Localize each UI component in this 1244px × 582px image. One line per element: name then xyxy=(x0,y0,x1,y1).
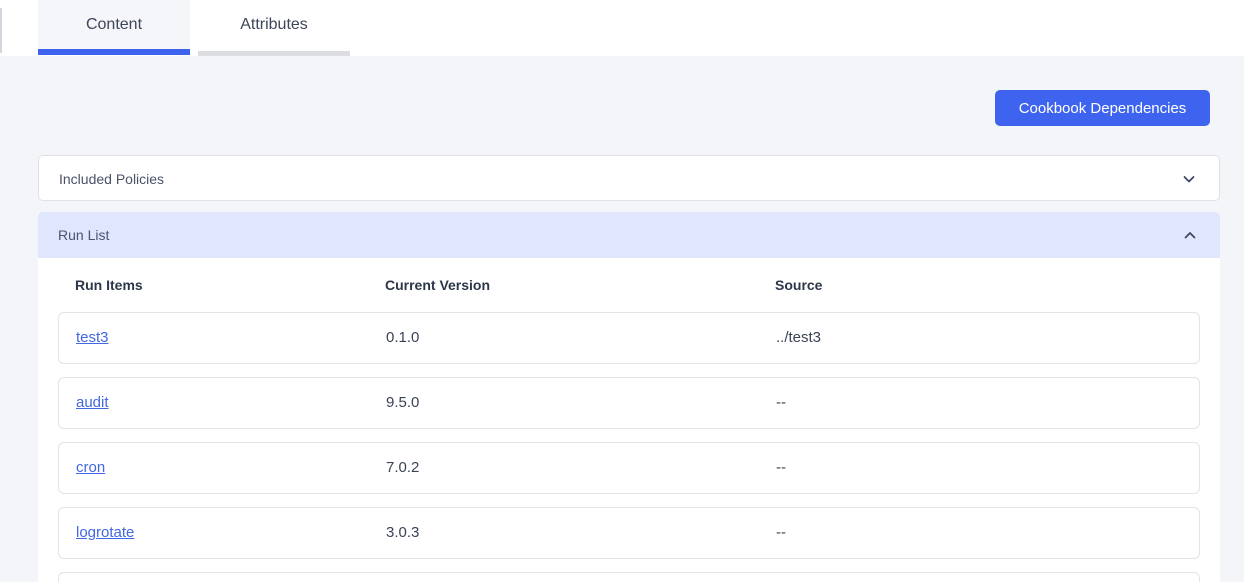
run-list-panel: Run List Run Items Current Version Sourc… xyxy=(38,212,1220,582)
tab-attributes-label: Attributes xyxy=(240,16,308,33)
current-version-cell: 3.0.3 xyxy=(386,524,420,541)
run-item-link[interactable]: audit xyxy=(76,394,109,411)
table-row: cron 7.0.2 -- xyxy=(58,442,1200,494)
cookbook-dependencies-button[interactable]: Cookbook Dependencies xyxy=(995,90,1210,126)
run-item-link[interactable]: logrotate xyxy=(76,524,134,541)
left-edge-divider xyxy=(0,8,2,53)
run-list-rows: test3 0.1.0 ../test3 audit 9.5.0 -- cron… xyxy=(38,312,1220,582)
run-list-table-header: Run Items Current Version Source xyxy=(38,258,1220,312)
source-cell: -- xyxy=(776,524,786,541)
table-row: logrotate 3.0.3 -- xyxy=(58,507,1200,559)
included-policies-title: Included Policies xyxy=(59,171,165,187)
run-list-title: Run List xyxy=(58,227,110,243)
column-header-current-version: Current Version xyxy=(385,277,491,293)
source-cell: ../test3 xyxy=(776,329,822,346)
tab-attributes[interactable]: Attributes xyxy=(198,0,350,49)
current-version-cell: 7.0.2 xyxy=(386,459,420,476)
run-list-header[interactable]: Run List xyxy=(38,212,1220,258)
included-policies-panel: Included Policies xyxy=(38,155,1220,201)
run-list-body: Run Items Current Version Source test3 0… xyxy=(38,258,1220,582)
table-row: test3 0.1.0 ../test3 xyxy=(58,312,1200,364)
column-header-run-items: Run Items xyxy=(75,277,143,293)
column-header-source: Source xyxy=(775,277,823,293)
source-cell: -- xyxy=(776,394,786,411)
content-area: Cookbook Dependencies Included Policies … xyxy=(0,56,1244,582)
page: Content Attributes Cookbook Dependencies… xyxy=(0,0,1244,582)
run-item-link[interactable]: cron xyxy=(76,459,105,476)
table-row: audit 9.5.0 -- xyxy=(58,377,1200,429)
chevron-up-icon[interactable] xyxy=(1182,227,1198,243)
chevron-down-icon[interactable] xyxy=(1181,171,1197,187)
included-policies-header[interactable]: Included Policies xyxy=(39,156,1219,202)
run-item-link[interactable]: test3 xyxy=(76,329,109,346)
current-version-cell: 9.5.0 xyxy=(386,394,420,411)
current-version-cell: 0.1.0 xyxy=(386,329,420,346)
active-tab-indicator xyxy=(38,49,190,55)
tab-bar: Content Attributes xyxy=(0,0,1244,56)
table-row-partial xyxy=(58,572,1200,582)
source-cell: -- xyxy=(776,459,786,476)
tab-content[interactable]: Content xyxy=(38,0,190,49)
tab-content-label: Content xyxy=(85,16,143,33)
